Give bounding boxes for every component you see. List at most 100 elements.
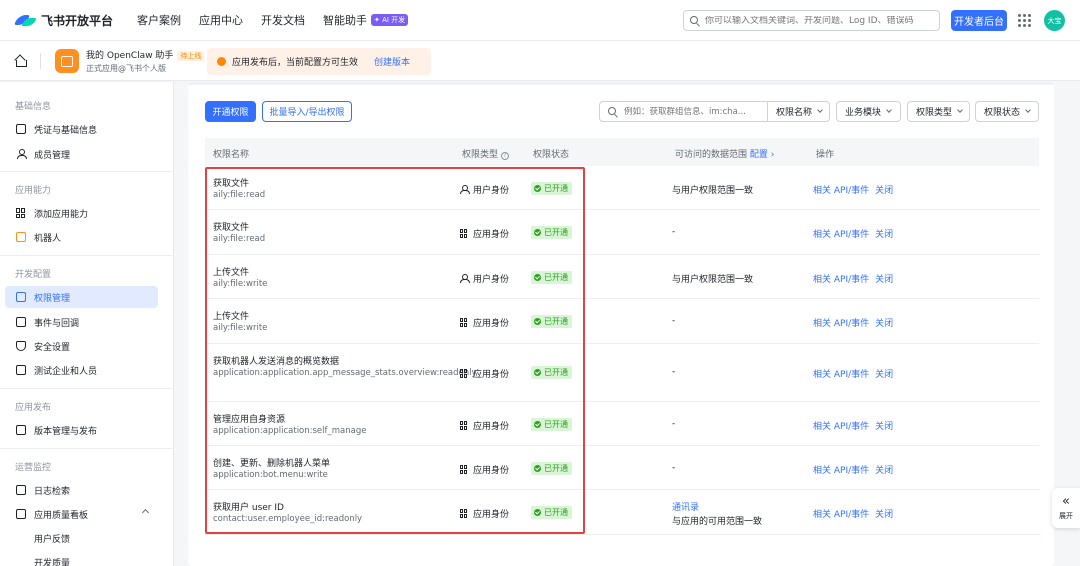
search-icon (608, 106, 618, 117)
sidebar-item-credentials[interactable]: 凭证与基础信息 (5, 118, 158, 140)
divider (0, 171, 173, 172)
close-permission-link[interactable]: 关闭 (875, 370, 893, 380)
app-name: 我的 OpenClaw 助手 待上线 (86, 48, 205, 61)
sidebar-item-label: 凭证与基础信息 (34, 125, 98, 136)
close-permission-link[interactable]: 关闭 (875, 186, 893, 196)
enable-permission-button[interactable]: 开通权限 (205, 101, 256, 122)
sidebar-item-test-org[interactable]: 测试企业和人员 (5, 359, 158, 381)
divider (0, 448, 173, 449)
related-api-link[interactable]: 相关 API/事件 (813, 230, 869, 240)
double-chevron-left-icon: « (1062, 494, 1070, 509)
nav-item-docs[interactable]: 开发文档 (261, 12, 305, 28)
brand-logo[interactable]: 飞书开放平台 (14, 12, 126, 29)
col-label: 可访问的数据范围 (675, 150, 748, 160)
publish-notice: 应用发布后，当前配置方可生效 创建版本 (207, 48, 431, 75)
data-scope: - (672, 463, 676, 473)
related-api-link[interactable]: 相关 API/事件 (813, 466, 869, 476)
batch-import-export-button[interactable]: 批量导入/导出权限 (262, 101, 352, 122)
row-operations: 相关 API/事件 关闭 (813, 227, 899, 240)
chevron-right-icon: › (770, 150, 775, 160)
sidebar-item-label: 测试企业和人员 (34, 366, 98, 377)
chevron-down-icon (886, 107, 892, 113)
divider (40, 53, 41, 69)
close-permission-link[interactable]: 关闭 (875, 275, 893, 285)
warning-icon (217, 57, 226, 66)
row-operations: 相关 API/事件 关闭 (813, 507, 899, 520)
search-scope-select[interactable]: 权限名称 (767, 102, 823, 121)
sidebar-item-members[interactable]: 成员管理 (5, 143, 158, 165)
sidebar-item-label: 事件与回调 (34, 318, 80, 329)
avatar[interactable]: 大宝 (1044, 10, 1065, 31)
sidebar-item-label: 应用质量看板 (34, 510, 89, 521)
sidebar-item-logs[interactable]: 日志检索 (5, 479, 158, 501)
permission-icon (16, 292, 26, 302)
sidebar-item-add-capability[interactable]: 添加应用能力 (5, 202, 158, 224)
sidebar-item-label: 成员管理 (34, 150, 71, 161)
sidebar-item-quality[interactable]: 应用质量看板 (5, 503, 158, 525)
credential-icon (16, 124, 26, 134)
create-version-link[interactable]: 创建版本 (374, 55, 410, 68)
developer-console-button[interactable]: 开发者后台 (951, 10, 1007, 31)
related-api-link[interactable]: 相关 API/事件 (813, 370, 869, 380)
col-label: 权限类型 (462, 150, 499, 160)
close-permission-link[interactable]: 关闭 (875, 422, 893, 432)
sidebar-item-events[interactable]: 事件与回调 (5, 311, 158, 333)
home-icon[interactable] (14, 55, 27, 67)
chevron-down-icon (1025, 107, 1031, 113)
sidebar-group-dev-config: 开发配置 (15, 270, 52, 280)
table-header: 权限名称 权限类型? 权限状态 可访问的数据范围 配置 › 操作 (205, 138, 1039, 166)
divider (188, 82, 1054, 85)
related-api-link[interactable]: 相关 API/事件 (813, 186, 869, 196)
chevron-down-icon (957, 107, 963, 113)
filter-business-module[interactable]: 业务模块 (836, 101, 901, 122)
sidebar-group-basic: 基础信息 (15, 102, 52, 112)
global-search-input[interactable] (705, 15, 925, 26)
permission-search-input[interactable] (624, 106, 754, 117)
expand-panel-button[interactable]: « 展开 (1052, 488, 1080, 528)
col-operations: 操作 (816, 150, 835, 160)
related-api-link[interactable]: 相关 API/事件 (813, 510, 869, 520)
nav-item-assistant[interactable]: 智能助手 (323, 12, 367, 28)
event-icon (16, 317, 26, 327)
permission-search[interactable]: 权限名称 (599, 101, 830, 122)
sidebar: 基础信息 凭证与基础信息 成员管理 应用能力 添加应用能力 机器人 开发配置 权… (0, 82, 174, 566)
sidebar-item-security[interactable]: 安全设置 (5, 335, 158, 357)
close-permission-link[interactable]: 关闭 (875, 466, 893, 476)
contacts-scope-link[interactable]: 通讯录 (672, 500, 699, 513)
sidebar-item-label: 权限管理 (34, 293, 71, 304)
sidebar-item-label: 机器人 (34, 233, 62, 244)
chevron-up-icon (141, 508, 150, 517)
close-permission-link[interactable]: 关闭 (875, 319, 893, 329)
related-api-link[interactable]: 相关 API/事件 (813, 422, 869, 432)
search-scope-label: 权限名称 (776, 108, 813, 118)
col-permission-name: 权限名称 (213, 150, 250, 160)
logo-icon (14, 13, 37, 27)
filter-permission-type[interactable]: 权限类型 (907, 101, 970, 122)
sidebar-item-versions[interactable]: 版本管理与发布 (5, 419, 158, 441)
filter-label: 业务模块 (845, 108, 882, 118)
notice-text: 应用发布后，当前配置方可生效 (232, 58, 359, 68)
app-icon (55, 49, 79, 73)
sidebar-item-feedback[interactable]: 用户反馈 (5, 527, 158, 549)
sidebar-item-permissions[interactable]: 权限管理 (5, 286, 158, 308)
nav-item-app-center[interactable]: 应用中心 (199, 12, 243, 28)
close-permission-link[interactable]: 关闭 (875, 230, 893, 240)
related-api-link[interactable]: 相关 API/事件 (813, 319, 869, 329)
shield-icon (16, 341, 26, 351)
help-icon[interactable]: ? (501, 152, 510, 160)
upload-icon (16, 425, 26, 435)
sidebar-item-dev-quality[interactable]: 开发质量 (5, 551, 158, 566)
col-permission-status: 权限状态 (533, 150, 570, 160)
apps-grid-icon[interactable] (1018, 14, 1031, 27)
search-icon (690, 15, 700, 26)
data-scope: 与用户权限范围一致 (672, 275, 754, 285)
configure-scope-link[interactable]: 配置 › (750, 150, 775, 160)
global-search[interactable] (683, 10, 940, 31)
col-permission-type: 权限类型? (462, 147, 510, 160)
filter-permission-status[interactable]: 权限状态 (975, 101, 1039, 122)
related-api-link[interactable]: 相关 API/事件 (813, 275, 869, 285)
row-operations: 相关 API/事件 关闭 (813, 419, 899, 432)
close-permission-link[interactable]: 关闭 (875, 510, 893, 520)
sidebar-item-bot[interactable]: 机器人 (5, 226, 158, 248)
nav-item-cases[interactable]: 客户案例 (137, 12, 181, 28)
